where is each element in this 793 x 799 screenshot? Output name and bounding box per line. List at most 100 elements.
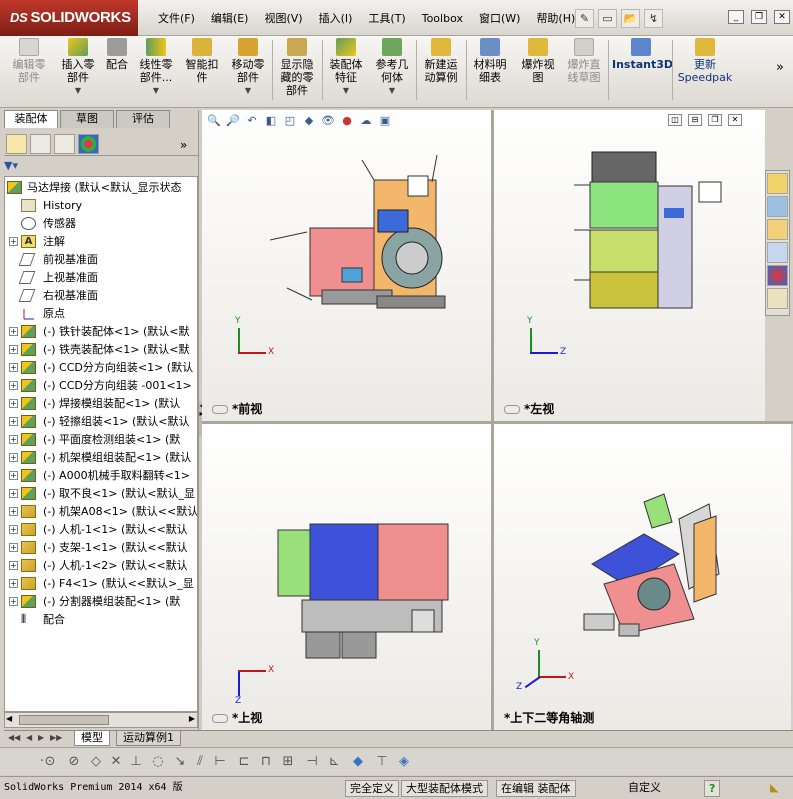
expand-icon[interactable]: +	[9, 453, 18, 462]
edit-appearance-icon[interactable]: ●	[339, 113, 355, 129]
open-icon[interactable]: 📂	[621, 9, 640, 28]
view-settings-icon[interactable]: ▣	[377, 113, 393, 129]
link-views-icon[interactable]	[212, 405, 228, 414]
property-manager-icon[interactable]	[30, 134, 51, 154]
tab-evaluate[interactable]: 评估	[116, 110, 170, 128]
expand-icon[interactable]: +	[9, 579, 18, 588]
expand-icon[interactable]: +	[9, 471, 18, 480]
expand-icon[interactable]: +	[9, 435, 18, 444]
first-tab-icon[interactable]: ◀◀	[8, 733, 20, 742]
quadrant-icon[interactable]: ◇	[88, 754, 104, 770]
configuration-manager-icon[interactable]	[54, 134, 75, 154]
custom-properties-icon[interactable]	[767, 288, 788, 309]
apply-scene-icon[interactable]: ☁	[358, 113, 374, 129]
bom-button[interactable]: 材料明 细表	[468, 38, 512, 84]
help-icon[interactable]: ?	[704, 780, 721, 797]
viewport-left[interactable]: Y Z *左视	[494, 110, 765, 421]
perpendicular-icon[interactable]: ↘	[172, 754, 188, 770]
angle-icon[interactable]: ⊓	[258, 754, 274, 770]
rebuild-icon[interactable]: ↯	[644, 9, 663, 28]
tab-assembly[interactable]: 装配体	[4, 110, 58, 128]
tree-horizontal-scrollbar[interactable]: ◀ ▶	[4, 712, 198, 728]
dropdown-arrow-icon[interactable]: ▼	[226, 84, 270, 97]
horizontal-icon[interactable]: ⊢	[212, 754, 228, 770]
display-manager-icon[interactable]	[78, 134, 99, 154]
viewport-vertical-splitter[interactable]	[491, 110, 494, 730]
zoom-to-area-icon[interactable]: 🔎	[225, 113, 241, 129]
file-explorer-icon[interactable]	[767, 219, 788, 240]
menu-window[interactable]: 窗口(W)	[471, 10, 528, 28]
expand-icon[interactable]: +	[9, 417, 18, 426]
exploded-view-button[interactable]: 爆炸视 图	[516, 38, 560, 84]
explode-line-sketch-button[interactable]: 爆炸直 线草图	[562, 38, 606, 84]
intersection-icon[interactable]: ✕	[108, 754, 124, 770]
expand-icon[interactable]: +	[9, 363, 18, 372]
restore-view-icon[interactable]: ❐	[708, 114, 722, 126]
filter-icon[interactable]: ▼▾	[4, 159, 198, 175]
dropdown-arrow-icon[interactable]: ▼	[324, 84, 368, 97]
scroll-right-icon[interactable]: ▶	[189, 714, 195, 723]
link-views-icon[interactable]	[504, 405, 520, 414]
expand-icon[interactable]: +	[9, 489, 18, 498]
assembly-feature-button[interactable]: 装配体 特征 ▼	[324, 38, 368, 97]
mate-button[interactable]: 配合	[102, 38, 132, 71]
tab-motion-study[interactable]: 运动算例1	[116, 731, 181, 746]
expand-icon[interactable]: +	[9, 543, 18, 552]
insert-component-button[interactable]: 插入零 部件 ▼	[56, 38, 100, 97]
move-component-button[interactable]: 移动零 部件 ▼	[226, 38, 270, 97]
smart-fasteners-button[interactable]: 智能扣 件	[180, 38, 224, 84]
expand-icon[interactable]: +	[9, 399, 18, 408]
midpoint-icon[interactable]: ⊘	[66, 754, 82, 770]
speedpak-button[interactable]: 更新 Speedpak	[674, 38, 736, 84]
menu-edit[interactable]: 编辑(E)	[203, 10, 257, 28]
dropdown-arrow-icon[interactable]: ▼	[370, 84, 414, 97]
measure-icon[interactable]: ⊾	[326, 754, 342, 770]
expand-icon[interactable]: +	[9, 345, 18, 354]
expand-icon[interactable]: +	[9, 561, 18, 570]
tab-model[interactable]: 模型	[74, 731, 110, 746]
new-motion-study-button[interactable]: 新建运 动算例	[418, 38, 464, 84]
scroll-thumb[interactable]	[19, 715, 109, 725]
tile-vertical-icon[interactable]: ⊟	[688, 114, 702, 126]
expand-icon[interactable]: +	[9, 525, 18, 534]
tag-icon[interactable]: ◣	[770, 780, 778, 797]
design-library-icon[interactable]	[767, 196, 788, 217]
last-tab-icon[interactable]: ▶▶	[50, 733, 62, 742]
hide-show-items-icon[interactable]: 👁	[320, 113, 336, 129]
close-icon[interactable]: ✕	[774, 10, 790, 24]
menu-view[interactable]: 视图(V)	[256, 10, 310, 28]
center-point-icon[interactable]: ⊙	[42, 754, 58, 770]
show-hidden-button[interactable]: 显示隐 藏的零 部件	[274, 38, 320, 97]
expand-icon[interactable]: +	[9, 507, 18, 516]
3d-sketch-icon[interactable]: ◆	[350, 754, 366, 770]
prev-tab-icon[interactable]: ◀	[26, 733, 32, 742]
pin-icon[interactable]: ✎	[575, 9, 594, 28]
menu-file[interactable]: 文件(F)	[150, 10, 203, 28]
dropdown-arrow-icon[interactable]: ▼	[56, 84, 100, 97]
view-orientation-icon[interactable]: ◰	[282, 113, 298, 129]
view-palette-icon[interactable]	[767, 242, 788, 263]
more-commands-icon[interactable]: »	[776, 60, 784, 75]
tangent-icon[interactable]: ◌	[150, 754, 166, 770]
plane-snap-icon[interactable]: ⊤	[374, 754, 390, 770]
viewport-top[interactable]: Z X *上视	[202, 424, 491, 730]
expand-icon[interactable]: +	[9, 237, 18, 246]
feature-tree-icon[interactable]	[6, 134, 27, 154]
zoom-to-fit-icon[interactable]: 🔍	[206, 113, 222, 129]
dropdown-arrow-icon[interactable]: ▼	[134, 84, 178, 97]
menu-insert[interactable]: 插入(I)	[311, 10, 361, 28]
smart-dimension-icon[interactable]: ◈	[396, 754, 412, 770]
solidworks-logo[interactable]: DS SOLIDWORKS	[0, 0, 138, 36]
previous-view-icon[interactable]: ↶	[244, 113, 260, 129]
units-customize[interactable]: 自定义	[628, 780, 661, 797]
scroll-left-icon[interactable]: ◀	[6, 714, 12, 723]
viewport-isometric[interactable]: Y X Z *上下二等角轴测	[494, 424, 791, 730]
expand-panel-icon[interactable]: »	[180, 138, 187, 152]
new-doc-icon[interactable]: ▭	[598, 9, 617, 28]
tab-sketch[interactable]: 草图	[60, 110, 114, 128]
length-icon[interactable]: ⊣	[304, 754, 320, 770]
tile-horizontal-icon[interactable]: ◫	[668, 114, 682, 126]
appearances-icon[interactable]	[767, 265, 788, 286]
vertical-icon[interactable]: ⊏	[236, 754, 252, 770]
close-view-icon[interactable]: ✕	[728, 114, 742, 126]
